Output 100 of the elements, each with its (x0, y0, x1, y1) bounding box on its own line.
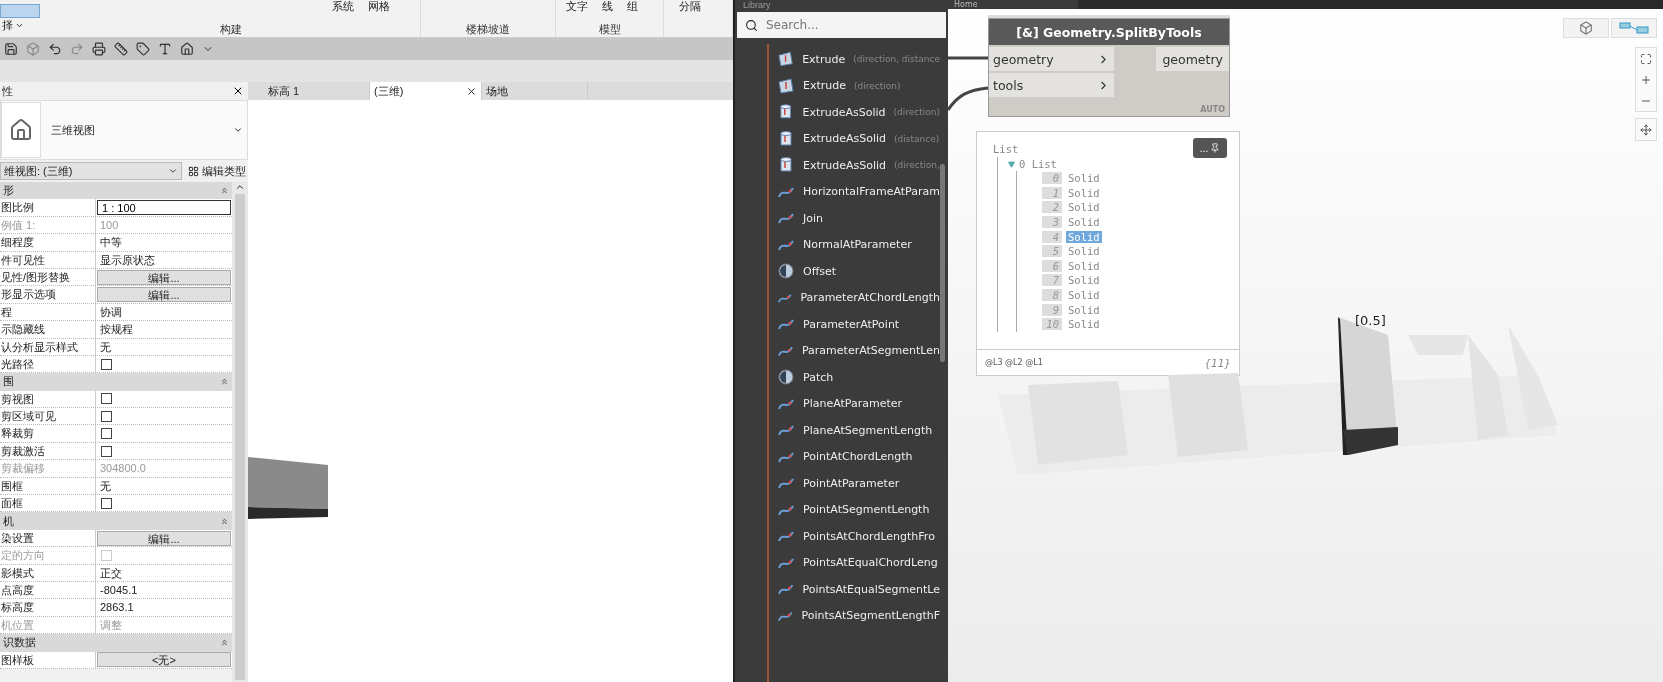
library-item[interactable]: Offset (769, 258, 940, 285)
section-header[interactable]: 形 (0, 182, 232, 200)
library-item[interactable]: Patch (769, 364, 940, 391)
checkbox[interactable] (101, 393, 112, 405)
library-item[interactable]: PlaneAtParameter (769, 390, 940, 417)
graph-node[interactable]: [&] Geometry.SplitByTools geometry tools geometry AUTO (988, 18, 1230, 117)
grid-icon (188, 165, 199, 177)
list-item[interactable]: Solid (1066, 201, 1102, 214)
list-item[interactable]: Solid (1066, 318, 1102, 331)
close-icon[interactable] (466, 85, 477, 97)
select-label[interactable]: 择 (0, 18, 13, 33)
search-input[interactable]: Search... (764, 17, 938, 33)
library-item[interactable]: NormalAtParameter (769, 231, 940, 258)
library-item[interactable]: PointsAtChordLengthFro (769, 523, 940, 550)
library-item[interactable]: PointAtChordLength (769, 443, 940, 470)
input-port[interactable]: tools (989, 73, 1114, 97)
cylinder-icon (777, 156, 795, 175)
ribbon-button[interactable]: 分隔 (679, 0, 701, 13)
ribbon-button[interactable]: 线 (601, 0, 613, 13)
scrollbar[interactable] (232, 182, 248, 682)
undo-icon[interactable] (48, 42, 62, 56)
checkbox[interactable] (101, 358, 112, 370)
property-label: 剪区域可见 (0, 408, 96, 425)
library-item[interactable]: PointsAtEqualChordLeng (769, 549, 940, 576)
library-item[interactable]: PointAtParameter (769, 470, 940, 497)
property-label: 面框 (0, 495, 96, 512)
scrollbar[interactable] (940, 164, 945, 362)
disc-icon (777, 368, 795, 387)
ruler-icon[interactable] (114, 42, 128, 56)
instance-dropdown[interactable]: 维视图: (三维) (0, 162, 182, 180)
caret-icon[interactable] (15, 21, 24, 30)
scroll-up-icon[interactable] (235, 182, 245, 192)
library-item[interactable]: PlaneAtSegmentLength (769, 417, 940, 444)
library-item[interactable]: ParameterAtPoint (769, 311, 940, 338)
ribbon-button[interactable]: 系统 (332, 0, 354, 13)
property-label: 剪视图 (0, 390, 96, 408)
library-item[interactable]: ExtrudeAsSolid (distance) (769, 125, 940, 152)
checkbox[interactable] (101, 497, 112, 509)
library-item[interactable]: PointsAtSegmentLengthF (769, 602, 940, 629)
list-item[interactable]: Solid (1066, 172, 1102, 185)
section-header[interactable]: 围 (0, 373, 232, 391)
ribbon-button[interactable]: 文字 (565, 0, 588, 13)
pin-button[interactable]: ... (1193, 138, 1227, 158)
save-icon[interactable] (4, 42, 18, 56)
caret-icon (168, 166, 178, 176)
text-icon[interactable] (158, 42, 172, 56)
section-header[interactable]: 识数据 (0, 634, 232, 652)
checkbox[interactable] (101, 410, 112, 422)
ribbon-button[interactable]: 组 (626, 0, 638, 13)
library-item[interactable]: Join (769, 205, 940, 232)
library-item[interactable]: ParameterAtSegmentLen (769, 337, 940, 364)
caret-icon[interactable] (233, 125, 243, 135)
property-label: 围框 (0, 477, 96, 495)
lacing-label: AUTO (1199, 104, 1226, 116)
cylinder-icon (777, 129, 795, 148)
list-item[interactable]: Solid (1066, 245, 1102, 258)
property-value: 协调 (99, 304, 123, 320)
list-item[interactable]: Solid (1066, 186, 1102, 199)
geometry-view-button[interactable] (1563, 18, 1609, 38)
input-port[interactable]: geometry (989, 47, 1114, 71)
workspace-tab[interactable]: Home (948, 0, 1078, 9)
edit-button[interactable]: 编辑... (97, 287, 231, 303)
scale-input[interactable]: 1 : 100 (97, 200, 231, 216)
expand-icon[interactable] (1008, 160, 1015, 168)
search-field[interactable]: Search... (737, 12, 946, 38)
library-item[interactable]: ParameterAtChordLength (769, 284, 940, 311)
list-item[interactable]: Solid (1066, 289, 1102, 302)
library-item[interactable]: PointAtSegmentLength (769, 496, 940, 523)
library-item[interactable]: HorizontalFrameAtParam (769, 178, 940, 205)
library-item[interactable]: ExtrudeAsSolid (direction, (769, 152, 940, 179)
node-title: [&] Geometry.SplitByTools (989, 19, 1229, 45)
list-item[interactable]: Solid (1066, 259, 1102, 272)
list-item[interactable]: Solid (1066, 274, 1102, 287)
move-icon (1640, 123, 1652, 136)
collapse-icon (220, 638, 229, 648)
ribbon-button[interactable]: 网格 (368, 0, 390, 13)
edit-type-button[interactable]: 编辑类型 (186, 162, 248, 180)
list-item[interactable]: Solid (1066, 303, 1102, 316)
property-label: 标高度 (0, 599, 96, 616)
print-icon[interactable] (92, 42, 106, 56)
section-header[interactable]: 机 (0, 512, 232, 530)
index-label: 8 (1042, 289, 1062, 302)
tag-icon[interactable] (136, 42, 150, 56)
view-tab[interactable]: (三维) (370, 82, 482, 100)
library-item[interactable]: PointsAtEqualSegmentLe (769, 576, 940, 603)
property-label: 细程度 (0, 234, 96, 251)
library-item[interactable]: Extrude (direction, distance (769, 46, 940, 73)
checkbox[interactable] (101, 428, 112, 440)
edit-button[interactable]: 编辑... (97, 269, 231, 285)
output-port[interactable]: geometry (1156, 47, 1229, 71)
home-icon[interactable] (180, 42, 194, 56)
library-item[interactable]: ExtrudeAsSolid (direction) (769, 99, 940, 126)
edit-button[interactable]: 编辑... (97, 530, 231, 546)
list-item[interactable]: Solid (1066, 216, 1102, 229)
property-label: 释裁剪 (0, 425, 96, 442)
geometry-label: [0.5] (1355, 313, 1386, 328)
tree-label[interactable]: 0 List (1019, 157, 1057, 171)
checkbox[interactable] (101, 445, 112, 457)
edit-button[interactable]: <无> (97, 652, 231, 668)
library-item[interactable]: Extrude (direction) (769, 72, 940, 99)
